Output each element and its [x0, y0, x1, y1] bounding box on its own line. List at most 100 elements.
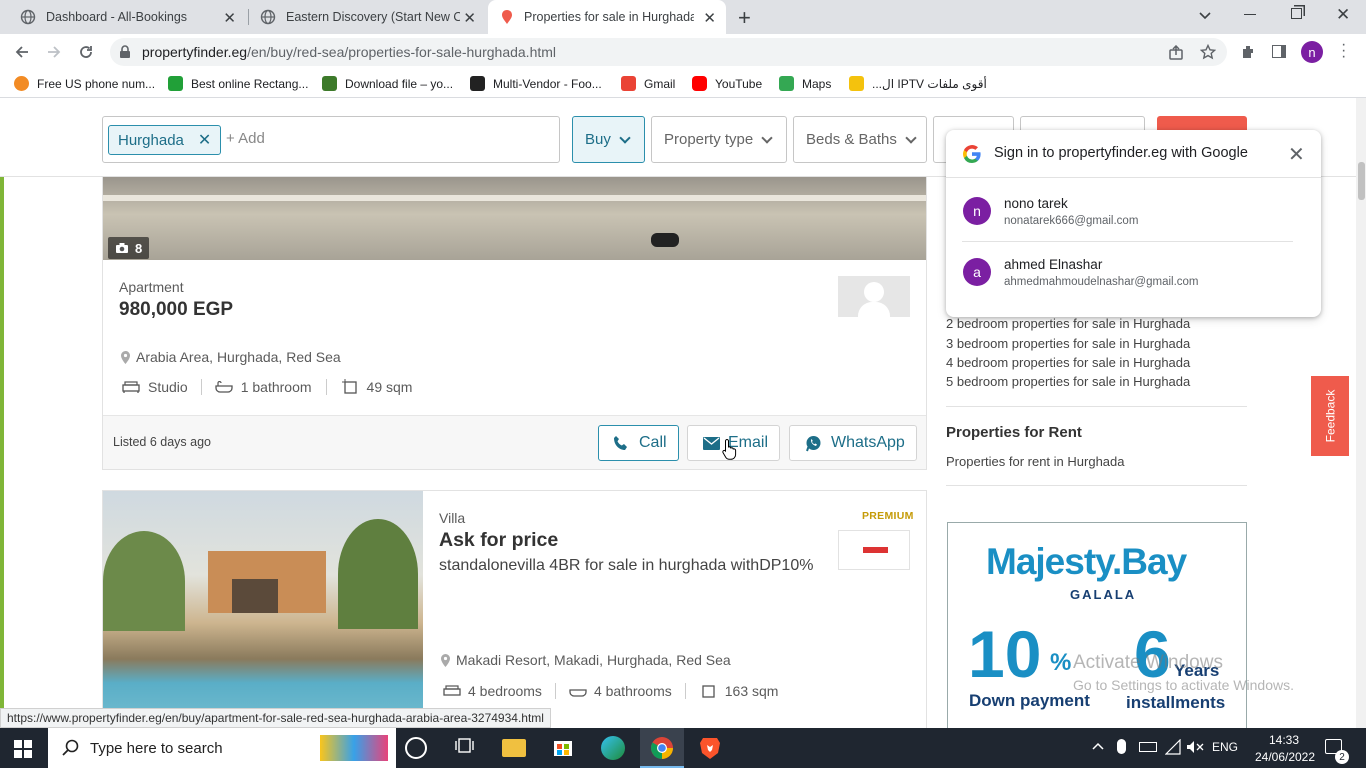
feedback-tab[interactable]: Feedback — [1311, 376, 1349, 456]
bookmark-label: Multi-Vendor - Foo... — [493, 76, 602, 91]
feature-divider — [554, 683, 556, 699]
account-email: nonatarek666@gmail.com — [1004, 215, 1139, 227]
agency-logo[interactable] — [838, 530, 910, 570]
bookmark-maps[interactable]: Maps — [779, 76, 831, 91]
listing-title[interactable]: standalonevilla 4BR for sale in hurghada… — [439, 557, 813, 575]
rent-heading: Properties for Rent — [946, 424, 1082, 441]
side-panel-icon[interactable] — [1272, 45, 1286, 58]
bookmark-multi-vendor[interactable]: Multi-Vendor - Foo... — [470, 76, 602, 91]
bookmark-free-us-phone[interactable]: Free US phone num... — [14, 76, 155, 91]
chrome-icon[interactable] — [650, 736, 674, 760]
web-page: 8 Apartment 980,000 EGP Arabia Area, Hur… — [0, 98, 1356, 728]
wifi-icon[interactable] — [1165, 739, 1181, 755]
close-window-icon[interactable]: ✕ — [1336, 5, 1350, 25]
forward-icon[interactable] — [46, 44, 62, 60]
bookmark-best-online[interactable]: Best online Rectang... — [168, 76, 308, 91]
property-type: Apartment — [119, 279, 184, 295]
listing-price[interactable]: 980,000 EGP — [119, 299, 233, 321]
lock-icon[interactable] — [119, 45, 131, 59]
listing-features: 4 bedrooms 4 bathrooms 163 sqm — [443, 682, 778, 700]
url-text[interactable]: propertyfinder.eg/en/buy/red-sea/propert… — [142, 44, 556, 60]
person-icon — [864, 282, 884, 302]
taskbar-search-box[interactable]: Type here to search — [48, 728, 396, 768]
language-indicator[interactable]: ENG — [1212, 740, 1238, 754]
location-pin-icon — [441, 653, 450, 667]
google-g-icon — [962, 144, 982, 164]
clock-date[interactable]: 24/06/2022 — [1250, 750, 1320, 764]
agent-logo-placeholder[interactable] — [838, 276, 910, 317]
listing-price[interactable]: Ask for price — [439, 529, 558, 552]
maps-icon — [779, 76, 794, 91]
tray-chevron-up-icon[interactable] — [1091, 741, 1105, 751]
microsoft-store-icon[interactable] — [552, 736, 576, 760]
sidebar-link-5br[interactable]: 5 bedroom properties for sale in Hurghad… — [946, 374, 1190, 389]
account-name: ahmed Elnashar — [1004, 257, 1103, 272]
bookmark-star-icon[interactable] — [1200, 44, 1216, 60]
bookmark-download-file[interactable]: Download file – yo... — [322, 76, 453, 91]
whatsapp-button[interactable]: WhatsApp — [789, 425, 917, 461]
buy-dropdown[interactable]: Buy — [572, 116, 645, 163]
browser-menu-icon[interactable]: · · · — [1341, 37, 1346, 65]
villa-photo[interactable] — [103, 491, 423, 728]
close-popup-icon[interactable]: ✕ — [1288, 142, 1305, 167]
account-row-nono[interactable]: n nono tarek nonatarek666@gmail.com — [962, 191, 1305, 241]
remove-chip-icon[interactable]: ✕ — [198, 130, 211, 150]
bookmark-iptv[interactable]: أقوى ملفات IPTV ال... — [849, 76, 987, 91]
area-value: 49 sqm — [366, 379, 413, 395]
tab-properties-active[interactable]: Properties for sale in Hurghada - ✕ — [488, 0, 726, 34]
close-tab-icon[interactable]: ✕ — [223, 9, 236, 27]
call-label: Call — [639, 434, 667, 451]
url-path: /en/buy/red-sea/properties-for-sale-hurg… — [247, 44, 557, 60]
profile-avatar[interactable]: n — [1301, 41, 1323, 63]
bookmark-label: Maps — [802, 76, 832, 91]
beds-baths-label: Beds & Baths — [806, 131, 897, 148]
bookmark-youtube[interactable]: YouTube — [692, 76, 762, 91]
bookmark-label: Gmail — [644, 76, 676, 91]
tab-dashboard[interactable]: Dashboard - All-Bookings ✕ — [8, 0, 246, 34]
task-view-icon[interactable] — [454, 736, 478, 760]
edge-icon[interactable] — [601, 736, 625, 760]
tab-search-chevron-icon[interactable] — [1198, 8, 1212, 22]
account-row-ahmed[interactable]: a ahmed Elnashar ahmedmahmoudelnashar@gm… — [962, 251, 1305, 301]
sidebar-link-4br[interactable]: 4 bedroom properties for sale in Hurghad… — [946, 355, 1190, 370]
share-icon[interactable] — [1168, 45, 1184, 61]
back-icon[interactable] — [14, 44, 30, 60]
property-type-dropdown[interactable]: Property type — [651, 116, 787, 163]
volume-muted-icon[interactable] — [1186, 740, 1204, 754]
call-button[interactable]: Call — [598, 425, 679, 461]
bath-icon — [215, 381, 233, 393]
close-tab-icon[interactable]: ✕ — [703, 9, 716, 27]
bookmark-gmail[interactable]: Gmail — [621, 76, 675, 91]
file-explorer-icon[interactable] — [502, 739, 526, 757]
listing-photo[interactable] — [103, 177, 926, 260]
location-chip-hurghada[interactable]: Hurghada ✕ — [108, 125, 222, 155]
beds-value: 4 bedrooms — [468, 683, 542, 699]
listing-features: Studio 1 bathroom 49 sqm — [122, 378, 412, 396]
minimize-icon[interactable] — [1244, 14, 1256, 15]
sidebar-link-3br[interactable]: 3 bedroom properties for sale in Hurghad… — [946, 336, 1190, 351]
clock-time[interactable]: 14:33 — [1264, 733, 1304, 747]
search-placeholder: Type here to search — [90, 739, 223, 757]
sidebar-link-rent[interactable]: Properties for rent in Hurghada — [946, 454, 1124, 469]
scrollbar-thumb[interactable] — [1358, 162, 1365, 200]
sidebar-link-2br[interactable]: 2 bedroom properties for sale in Hurghad… — [946, 316, 1190, 331]
brave-icon[interactable] — [699, 736, 723, 760]
youtube-icon — [692, 76, 707, 91]
add-location-input[interactable]: + Add — [226, 130, 265, 147]
windows-start-icon[interactable] — [14, 740, 32, 758]
restore-icon[interactable] — [1291, 8, 1302, 19]
cortana-icon[interactable] — [405, 737, 427, 759]
beds-baths-dropdown[interactable]: Beds & Baths — [793, 116, 927, 163]
search-highlight-doodle-icon — [320, 735, 388, 761]
battery-icon[interactable] — [1139, 742, 1157, 752]
url-host: propertyfinder.eg — [142, 44, 248, 60]
majesty-bay-ad[interactable]: Majesty.Bay GALALA 10 % Down payment 6 Y… — [947, 522, 1247, 728]
extensions-icon[interactable] — [1240, 44, 1256, 60]
tab-eastern-discovery[interactable]: Eastern Discovery (Start New Orde ✕ — [248, 0, 486, 34]
photo-palm-shape — [338, 519, 418, 629]
new-tab-icon[interactable]: + — [738, 5, 751, 31]
listed-date: Listed 6 days ago — [113, 435, 211, 449]
microphone-icon[interactable] — [1117, 739, 1126, 754]
reload-icon[interactable] — [78, 44, 94, 60]
close-tab-icon[interactable]: ✕ — [463, 9, 476, 27]
